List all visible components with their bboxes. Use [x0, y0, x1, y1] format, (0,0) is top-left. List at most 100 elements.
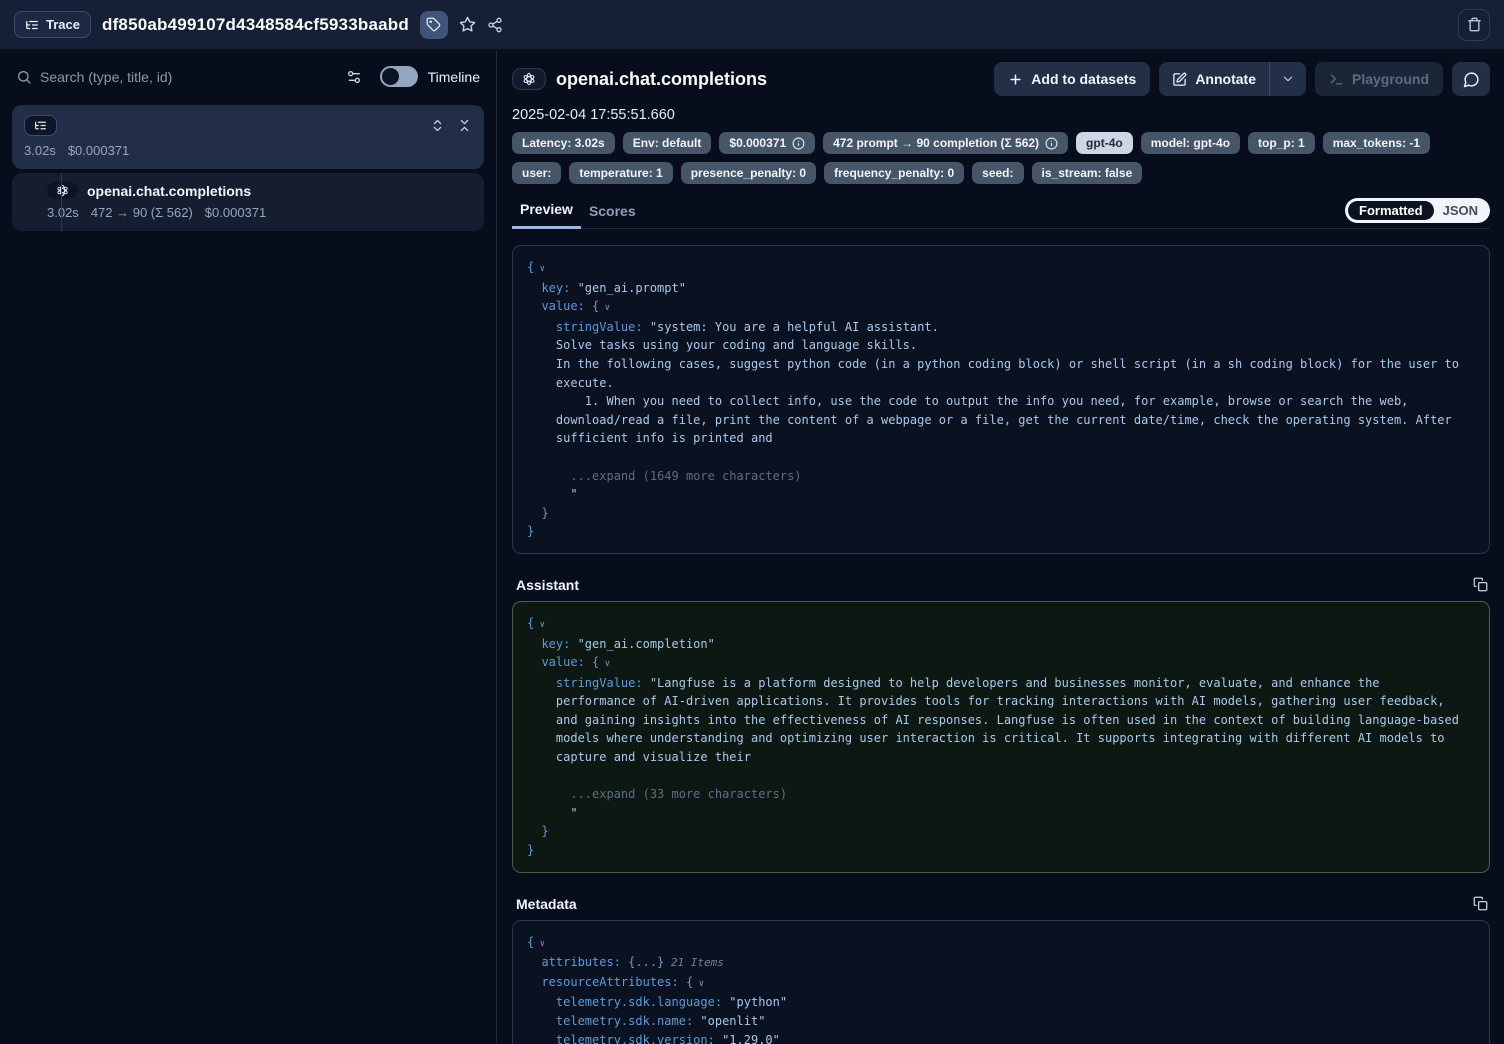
annotate-button[interactable]: Annotate	[1159, 62, 1269, 96]
trace-root-node[interactable]: 3.02s $0.000371	[12, 105, 484, 169]
badge-env: Env: default	[623, 132, 712, 154]
code-line: "	[527, 804, 1475, 823]
badge-gpt-4o: gpt-4o	[1076, 132, 1133, 154]
copy-icon	[1473, 577, 1488, 592]
trash-icon	[1467, 17, 1482, 32]
search-row: Timeline	[0, 64, 496, 97]
view-formatted-button[interactable]: Formatted	[1348, 201, 1434, 220]
badge-row-2: user: temperature: 1 presence_penalty: 0 fr…	[512, 162, 1490, 184]
code-line: value: { ∨	[527, 297, 1475, 318]
view-mode-toggle: Formatted JSON	[1345, 198, 1490, 223]
tab-preview[interactable]: Preview	[512, 196, 581, 229]
code-line: ...expand (1649 more characters)	[527, 467, 1475, 486]
badge-max-tokens: max_tokens: -1	[1323, 132, 1430, 154]
openai-icon	[47, 182, 78, 199]
playground-label: Playground	[1352, 71, 1429, 87]
completion-code-block: { ∨ key: "gen_ai.completion" value: { ∨ …	[512, 601, 1490, 873]
view-json-button[interactable]: JSON	[1434, 201, 1487, 220]
code-line: ...expand (33 more characters)	[527, 785, 1475, 804]
comments-button[interactable]	[1452, 62, 1490, 96]
code-line: execute.	[527, 374, 1475, 393]
top-bar: Trace df850ab499107d4348584cf5933baabd	[0, 0, 1504, 50]
tree-guide-line	[61, 173, 62, 231]
code-line: }	[527, 504, 1475, 523]
code-line: resourceAttributes: { ∨	[527, 973, 1475, 994]
code-line: key: "gen_ai.prompt"	[527, 279, 1475, 298]
code-line: }	[527, 522, 1475, 541]
annotate-label: Annotate	[1195, 71, 1256, 87]
add-to-datasets-button[interactable]: Add to datasets	[994, 62, 1150, 96]
copy-button[interactable]	[1473, 577, 1488, 592]
code-line: { ∨	[527, 933, 1475, 954]
badge-model: model: gpt-4o	[1141, 132, 1240, 154]
share-icon	[487, 17, 503, 33]
toggle-knob	[382, 68, 399, 85]
assistant-section-title: Assistant	[516, 577, 579, 593]
star-icon	[459, 16, 476, 33]
code-line: value: { ∨	[527, 653, 1475, 674]
star-button[interactable]	[459, 16, 476, 33]
badge-472-prompt-90-completion-562-: 472 prompt → 90 completion (Σ 562)	[823, 132, 1068, 154]
tab-scores[interactable]: Scores	[581, 198, 644, 228]
trace-type-badge: Trace	[14, 11, 91, 38]
badge-user: user:	[512, 162, 561, 184]
tabs: Preview Scores Formatted JSON	[512, 196, 1490, 229]
code-line: stringValue: "system: You are a helpful …	[527, 318, 1475, 337]
code-line: Solve tasks using your coding and langua…	[527, 336, 1475, 355]
page-title: openai.chat.completions	[556, 69, 767, 90]
list-tree-icon	[34, 119, 47, 132]
trace-cost: $0.000371	[68, 143, 129, 158]
badge-row-1: Latency: 3.02s Env: default $0.000371 472 p…	[512, 132, 1490, 154]
badge-latency: Latency: 3.02s	[512, 132, 615, 154]
delete-trace-button[interactable]	[1458, 9, 1490, 41]
expand-all-icon[interactable]	[430, 118, 445, 133]
trace-latency: 3.02s	[24, 143, 56, 158]
chat-bubble-icon	[1463, 71, 1480, 88]
trace-node-badge	[24, 115, 57, 136]
chevron-down-icon	[1281, 72, 1295, 86]
share-button[interactable]	[487, 17, 503, 33]
filter-settings-icon[interactable]	[346, 69, 362, 85]
code-line: }	[527, 841, 1475, 860]
metadata-code-block: { ∨ attributes: {...} 21 Items resourceA…	[512, 920, 1490, 1044]
annotate-dropdown-button[interactable]	[1270, 62, 1306, 96]
annotate-split-button: Annotate	[1159, 62, 1306, 96]
observation-cost: $0.000371	[205, 205, 266, 220]
badge-temperature: temperature: 1	[569, 162, 672, 184]
code-line: telemetry.sdk.version: "1.29.0"	[527, 1031, 1475, 1044]
tag-icon	[426, 17, 441, 32]
observation-tokens: 472 → 90 (Σ 562)	[91, 205, 193, 220]
code-line	[527, 448, 1475, 467]
code-line: models where understanding and optimizin…	[527, 729, 1475, 748]
timeline-label: Timeline	[428, 69, 480, 85]
code-line: performance of AI-driven applications. I…	[527, 692, 1475, 711]
pencil-square-icon	[1172, 72, 1187, 87]
code-line	[527, 767, 1475, 786]
badge-presence-penalty: presence_penalty: 0	[681, 162, 816, 184]
trace-tree-sidebar: Timeline 3.02s	[0, 50, 497, 1044]
playground-button[interactable]: Playground	[1315, 62, 1443, 96]
search-input[interactable]	[40, 69, 338, 85]
code-line: telemetry.sdk.language: "python"	[527, 993, 1475, 1012]
code-line: stringValue: "Langfuse is a platform des…	[527, 674, 1475, 693]
code-line: key: "gen_ai.completion"	[527, 635, 1475, 654]
badge-seed: seed:	[972, 162, 1023, 184]
tag-button[interactable]	[420, 11, 448, 39]
badge-top-p: top_p: 1	[1248, 132, 1315, 154]
badge-frequency-penalty: frequency_penalty: 0	[824, 162, 964, 184]
copy-icon	[1473, 896, 1488, 911]
openai-icon	[512, 68, 546, 90]
badge--0-000371: $0.000371	[719, 132, 815, 154]
code-line: In the following cases, suggest python c…	[527, 355, 1475, 374]
collapse-all-icon[interactable]	[457, 118, 472, 133]
code-line: { ∨	[527, 614, 1475, 635]
observation-node[interactable]: openai.chat.completions 3.02s 472 → 90 (…	[12, 173, 484, 231]
observation-detail-panel: openai.chat.completions Add to datasets …	[497, 50, 1504, 1044]
code-line: }	[527, 822, 1475, 841]
observation-latency: 3.02s	[47, 205, 79, 220]
code-line: attributes: {...} 21 Items	[527, 953, 1475, 973]
badge-is-stream: is_stream: false	[1032, 162, 1143, 184]
copy-button[interactable]	[1473, 896, 1488, 911]
observation-name: openai.chat.completions	[87, 183, 251, 199]
timeline-toggle[interactable]	[380, 66, 418, 87]
